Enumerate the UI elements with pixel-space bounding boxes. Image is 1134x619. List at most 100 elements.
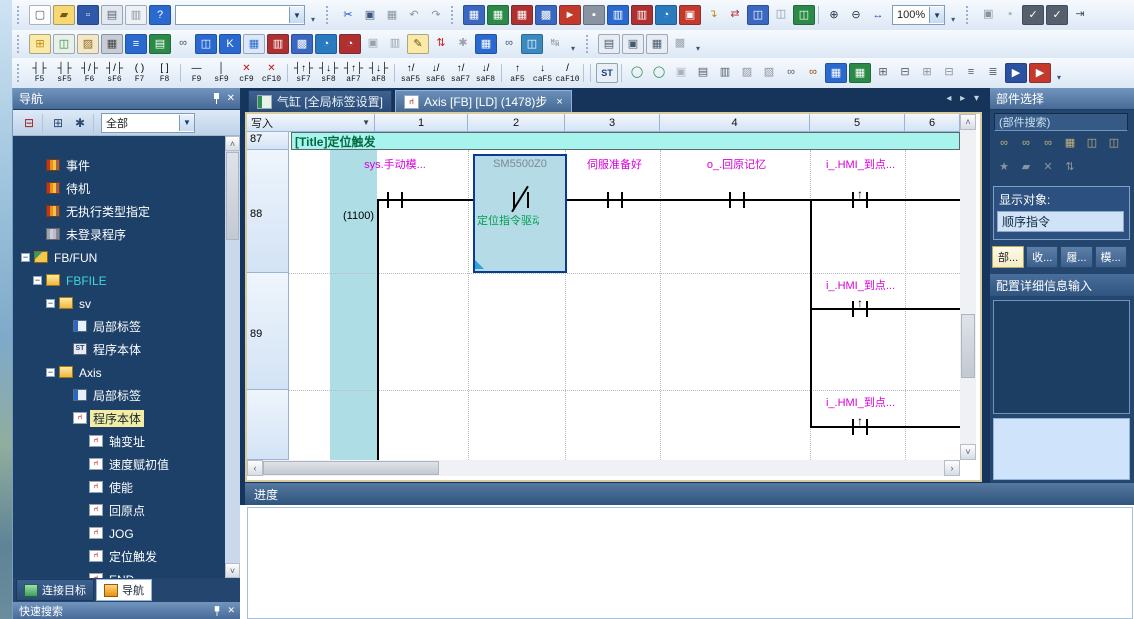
- tab-axis-fb-ld[interactable]: ⑁ Axis [FB] [LD] (1478)步 ×: [395, 90, 572, 112]
- toolbar-overflow-icon[interactable]: ▾: [567, 35, 579, 53]
- splitter-icon[interactable]: ↹: [545, 34, 565, 52]
- watch-window-icon[interactable]: ◔: [655, 5, 677, 25]
- chevron-down-icon[interactable]: ▼: [179, 115, 194, 131]
- print-preview-icon[interactable]: ▥: [125, 5, 147, 25]
- paste-icon[interactable]: ▦: [382, 6, 402, 24]
- pc-backup-icon[interactable]: ◫: [53, 34, 75, 54]
- zoom-out-icon[interactable]: ⊖: [846, 6, 866, 24]
- tree-scrollbar[interactable]: ˄ ˅: [225, 136, 240, 578]
- options-gray-icon[interactable]: ✱: [453, 34, 473, 52]
- transfer-setup-icon[interactable]: ⇄: [725, 5, 745, 23]
- tab-global-label[interactable]: 气缸 [全局标签设置]: [248, 90, 392, 112]
- contact-open-symbol[interactable]: [729, 192, 731, 208]
- collapse-tree-icon[interactable]: ⊟: [19, 114, 39, 132]
- nav-tree-item[interactable]: ST程序本体: [13, 338, 240, 361]
- nav-tree-item-label[interactable]: END: [106, 571, 137, 578]
- nav-tree-item[interactable]: 无执行类型指定: [13, 200, 240, 223]
- toolbar-grip[interactable]: [586, 35, 592, 53]
- nav-tree-item[interactable]: 待机: [13, 177, 240, 200]
- nav-tree-item-label[interactable]: sv: [76, 295, 94, 312]
- scrollbar-thumb[interactable]: [961, 314, 975, 378]
- watch-stop-icon[interactable]: ◔: [339, 34, 361, 54]
- nav-tree-item-label[interactable]: FB/FUN: [51, 249, 100, 266]
- chevron-down-icon[interactable]: ▼: [289, 7, 304, 23]
- nav-tree-item[interactable]: 局部标签: [13, 384, 240, 407]
- nav-tree-item[interactable]: ⑁程序本体: [13, 407, 240, 430]
- device-green-icon[interactable]: ▦: [849, 63, 871, 83]
- window-preview-icon[interactable]: ◫: [521, 34, 543, 54]
- rung-title-row[interactable]: [Title]定位触发: [291, 132, 960, 150]
- note-edit-icon[interactable]: ▥: [715, 63, 735, 81]
- nav-tree-item[interactable]: − FB/FUN: [13, 246, 240, 269]
- nav-tree-item[interactable]: −FBFILE: [13, 269, 240, 292]
- table-display-icon[interactable]: ▦: [1060, 134, 1080, 152]
- monitor-stop-ladder-icon[interactable]: ▶: [1029, 63, 1051, 83]
- contact-open-symbol[interactable]: [621, 192, 623, 208]
- nav-tree-item[interactable]: ⑁JOG: [13, 522, 240, 545]
- contact-open-symbol[interactable]: [387, 192, 389, 208]
- sort-icon[interactable]: ⇅: [1060, 158, 1080, 176]
- pc-diagnostic-icon[interactable]: ◫: [793, 5, 815, 25]
- find-window-icon[interactable]: ◫: [195, 34, 217, 54]
- project-combo[interactable]: ▼: [175, 5, 305, 25]
- chevron-down-icon[interactable]: ▼: [929, 7, 944, 23]
- got-link-icon[interactable]: ▦: [475, 34, 497, 54]
- delete-gray-icon[interactable]: ✕: [1038, 158, 1058, 176]
- ladder-symbol-saF5-button[interactable]: ↑/saF5: [398, 60, 423, 87]
- nav-tree-item-label[interactable]: 程序本体: [90, 341, 144, 358]
- expand-collapse-icon[interactable]: −: [46, 368, 55, 377]
- element-search-input[interactable]: (部件搜索): [994, 113, 1128, 131]
- save-icon[interactable]: ▫: [77, 5, 99, 25]
- pc-write-icon[interactable]: ◫: [747, 5, 769, 25]
- toolbar-grip[interactable]: [966, 6, 972, 24]
- toolbar-overflow-icon[interactable]: ▾: [1053, 64, 1065, 82]
- monitor-stop-icon[interactable]: ▪: [583, 5, 605, 25]
- nav-tree-item[interactable]: ⑁回原点: [13, 499, 240, 522]
- ladder-symbol-cF10-button[interactable]: ✕cF10: [259, 60, 284, 87]
- tab-scroll-controls[interactable]: ◂ ▸ ▾: [946, 93, 982, 104]
- ladder-symbol-caF5-button[interactable]: ↓caF5: [530, 60, 555, 87]
- ladder-symbol-sF5-button[interactable]: ┤├sF5: [52, 60, 77, 87]
- nav-tree-item-label[interactable]: FBFILE: [63, 272, 110, 289]
- undo-icon[interactable]: ↶: [404, 6, 424, 24]
- contact-closed-symbol[interactable]: [527, 192, 529, 208]
- ladder-symbol-sF9-button[interactable]: │sF9: [209, 60, 234, 87]
- nav-tree-item[interactable]: ⑁速度赋初值: [13, 453, 240, 476]
- scroll-down-icon[interactable]: ˅: [960, 444, 976, 460]
- find-device-icon[interactable]: ∞: [781, 63, 801, 81]
- read-from-plc-icon[interactable]: ▦: [487, 5, 509, 25]
- watch-start-icon[interactable]: ◔: [315, 34, 337, 54]
- scroll-right-icon[interactable]: ›: [944, 460, 960, 476]
- statement-edit-icon[interactable]: ▤: [693, 63, 713, 81]
- row-number[interactable]: 89: [247, 273, 289, 390]
- module-configuration-icon[interactable]: ▦: [101, 34, 123, 54]
- ladder-symbol-cF9-button[interactable]: ✕cF9: [234, 60, 259, 87]
- monitor-start-icon[interactable]: ►: [559, 5, 581, 25]
- ladder-symbol-saF7-button[interactable]: ↑/saF7: [448, 60, 473, 87]
- nav-tree-item-label[interactable]: 定位触发: [106, 548, 160, 565]
- ladder-symbol-F6-button[interactable]: ┤/├F6: [77, 60, 102, 87]
- row-number[interactable]: 88: [247, 150, 289, 273]
- scrollbar-thumb[interactable]: [263, 461, 439, 475]
- device-test-icon[interactable]: ▩: [535, 5, 557, 25]
- note-list-icon[interactable]: ▣: [622, 34, 644, 54]
- ladder-symbol-saF8-button[interactable]: ↓/saF8: [473, 60, 498, 87]
- toolbar-overflow-icon[interactable]: ▾: [307, 6, 319, 24]
- detail-preview-area[interactable]: [993, 418, 1130, 480]
- edit-mode-icon[interactable]: ✎: [407, 34, 429, 54]
- nav-tree-item-label[interactable]: 轴变址: [106, 433, 148, 450]
- toolbar-overflow-icon[interactable]: ▾: [692, 35, 704, 53]
- verify-with-plc-icon[interactable]: ▦: [511, 5, 533, 25]
- contact-open-symbol[interactable]: [401, 192, 403, 208]
- nav-tree-item-label[interactable]: 使能: [106, 479, 136, 496]
- io-check-icon[interactable]: ⇅: [431, 34, 451, 52]
- display-target-select[interactable]: 顺序指令: [997, 211, 1124, 232]
- pin-icon[interactable]: [213, 606, 221, 616]
- tree-display-icon[interactable]: ⊞: [48, 114, 68, 132]
- expand-collapse-icon[interactable]: −: [21, 253, 30, 262]
- ladder-symbol-sF8-button[interactable]: ┤↓├sF8: [316, 60, 341, 87]
- device-display-icon[interactable]: ▦: [243, 34, 265, 54]
- device-register-monitor-icon[interactable]: ▥: [631, 5, 653, 25]
- zoom-in-icon[interactable]: ⊕: [824, 6, 844, 24]
- toolbar-overflow-icon[interactable]: ▾: [947, 6, 959, 24]
